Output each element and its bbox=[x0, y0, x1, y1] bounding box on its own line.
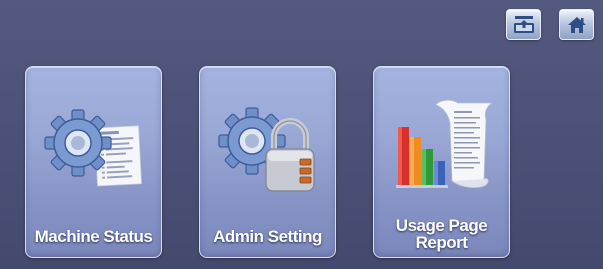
usage-page-report-label: Usage Page Report bbox=[395, 216, 488, 252]
admin-setting-tile[interactable]: Admin Setting bbox=[199, 66, 336, 258]
admin-setting-label: Admin Setting bbox=[213, 227, 322, 246]
home-button[interactable] bbox=[559, 9, 594, 40]
bar-chart-report-icon bbox=[396, 99, 492, 189]
tray-upload-button[interactable] bbox=[506, 9, 541, 40]
home-icon bbox=[567, 16, 586, 33]
tray-upload-icon bbox=[513, 15, 534, 33]
screen: Machine Status Admin Setting Usage Page … bbox=[0, 0, 603, 269]
machine-status-tile[interactable]: Machine Status bbox=[25, 66, 162, 258]
gear-document-icon bbox=[44, 109, 142, 187]
usage-page-report-tile[interactable]: Usage Page Report bbox=[373, 66, 510, 258]
gear-padlock-icon bbox=[218, 107, 315, 192]
machine-status-label: Machine Status bbox=[34, 227, 153, 246]
